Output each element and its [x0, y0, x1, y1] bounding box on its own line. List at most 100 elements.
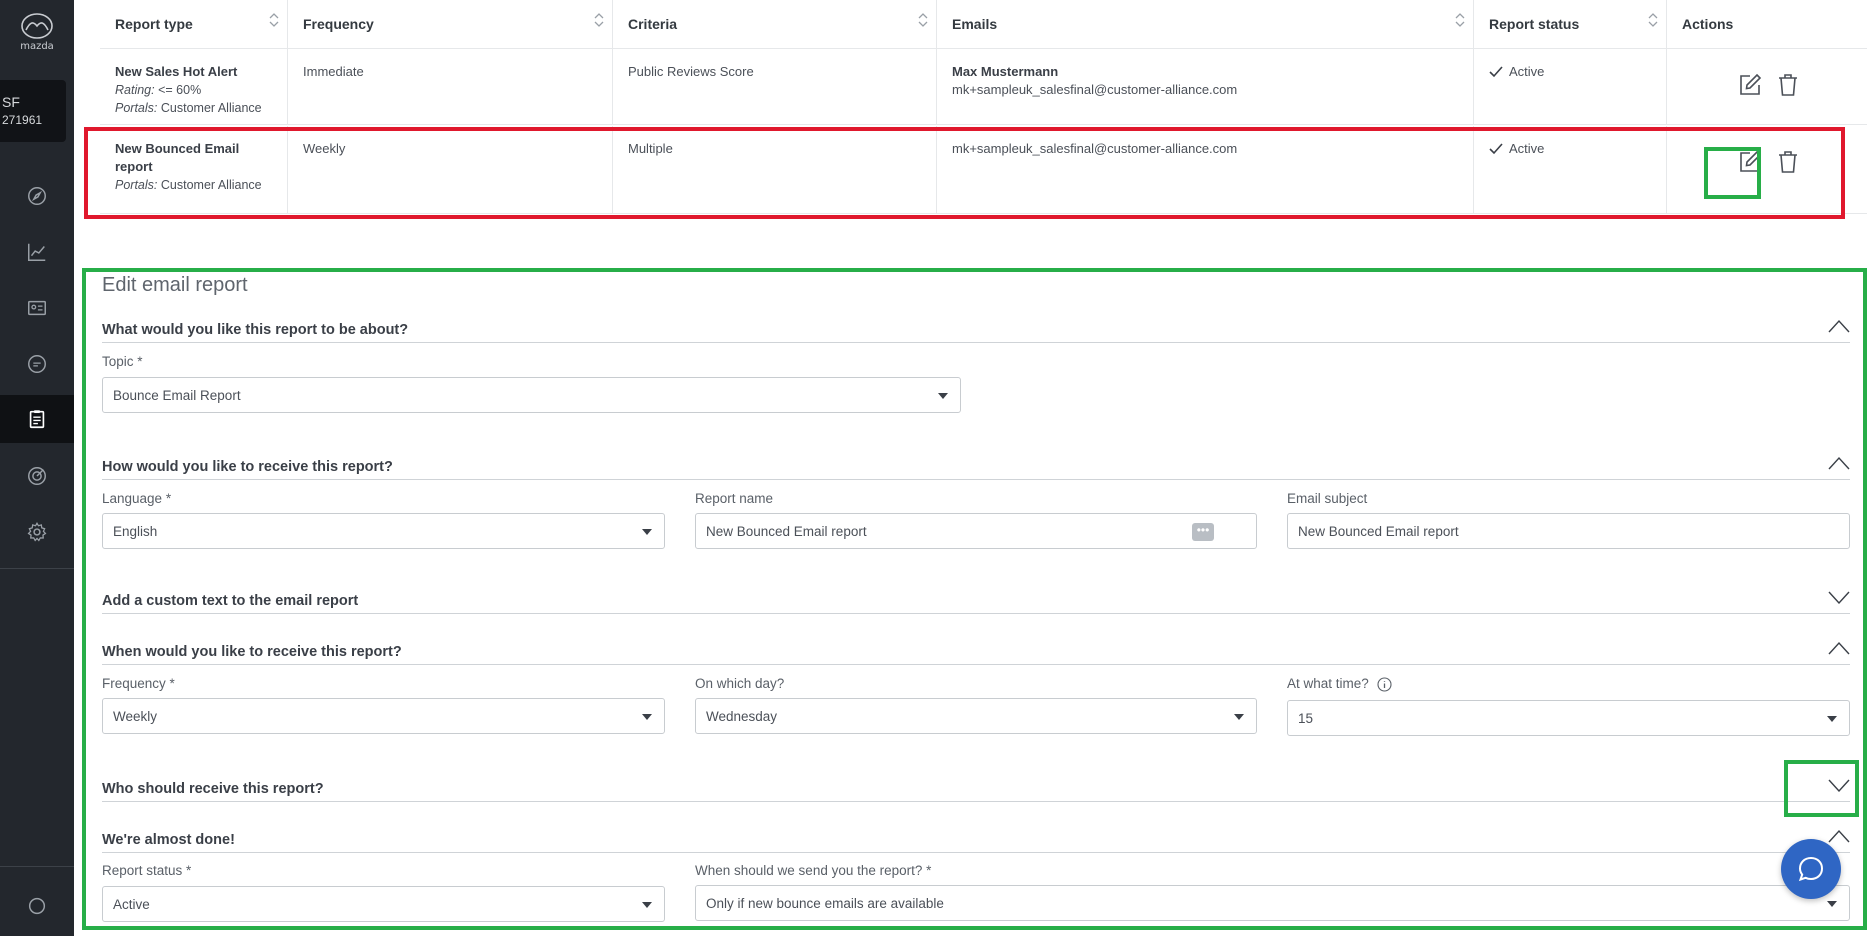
language-select[interactable]: English [102, 513, 665, 549]
caret-down-icon [642, 529, 652, 535]
account-switcher[interactable]: SF 271961 [0, 80, 66, 142]
section-about[interactable]: What would you like this report to be ab… [102, 319, 1850, 343]
sidebar: mazda SF 271961 [0, 0, 74, 936]
cell-emails: mk+sampleuk_salesfinal@customer-alliance… [937, 126, 1474, 213]
day-select[interactable]: Wednesday [695, 698, 1257, 734]
portals-label: Portals: [115, 101, 158, 115]
sidebar-divider [0, 568, 74, 569]
col-frequency[interactable]: Frequency [288, 0, 613, 48]
edit-button[interactable] [1738, 150, 1762, 174]
sort-icon [918, 13, 928, 27]
section-receive[interactable]: How would you like to receive this repor… [102, 456, 1850, 480]
caret-down-icon [642, 902, 652, 908]
day-value: Wednesday [706, 708, 778, 724]
gear-icon [27, 522, 47, 542]
sidebar-item-analytics[interactable] [0, 228, 74, 276]
sidebar-item-reports[interactable] [0, 395, 74, 443]
report-title: New Sales Hot Alert [115, 64, 238, 79]
report-status-value: Active [113, 896, 150, 912]
target-icon [28, 467, 46, 485]
info-icon[interactable] [1377, 677, 1392, 692]
chevron-up-icon[interactable] [1828, 829, 1850, 843]
caret-down-icon [938, 393, 948, 399]
edit-icon [1739, 150, 1761, 172]
chevron-down-icon[interactable] [1828, 778, 1850, 792]
send-when-value: Only if new bounce emails are available [706, 895, 944, 911]
report-name-input[interactable]: New Bounced Email report ••• [695, 513, 1257, 549]
col-criteria[interactable]: Criteria [613, 0, 937, 48]
trash-icon [1778, 151, 1797, 173]
rating-label: Rating: [115, 83, 155, 97]
sidebar-item-user[interactable] [0, 882, 74, 930]
chevron-up-icon[interactable] [1828, 319, 1850, 333]
table-header: Report type Frequency Criteria Emails Re… [100, 0, 1867, 49]
account-id: 271961 [2, 113, 43, 127]
time-select[interactable]: 15 [1287, 700, 1850, 736]
compass-icon [28, 187, 46, 205]
delete-button[interactable] [1776, 73, 1800, 97]
cell-emails: Max Mustermann mk+sampleuk_salesfinal@cu… [937, 49, 1474, 124]
language-label: Language * [102, 491, 172, 506]
portals-value: Customer Alliance [160, 178, 262, 192]
section-title: What would you like this report to be ab… [102, 322, 409, 338]
col-report-type[interactable]: Report type [100, 0, 288, 48]
sidebar-item-settings[interactable] [0, 508, 74, 556]
time-value: 15 [1298, 710, 1314, 726]
topic-select[interactable]: Bounce Email Report [102, 377, 961, 413]
cell-report-type: New Bounced Email report Portals: Custom… [100, 126, 288, 213]
cell-actions [1667, 126, 1867, 213]
cell-criteria: Multiple [613, 126, 937, 213]
trash-icon [1778, 74, 1797, 96]
sidebar-item-goals[interactable] [0, 452, 74, 500]
cell-criteria: Public Reviews Score [613, 49, 937, 124]
section-done[interactable]: We're almost done! [102, 829, 1850, 853]
email-subject-input[interactable]: New Bounced Email report [1287, 513, 1850, 549]
caret-down-icon [1827, 901, 1837, 907]
header-label: Report status [1489, 16, 1580, 32]
brand-logo[interactable]: mazda [8, 12, 66, 58]
topic-label: Topic * [102, 354, 143, 369]
status-text: Active [1509, 141, 1545, 156]
section-title: When would you like to receive this repo… [102, 644, 402, 660]
edit-button[interactable] [1738, 73, 1762, 97]
col-emails[interactable]: Emails [937, 0, 1474, 48]
table-row: New Sales Hot Alert Rating: <= 60% Porta… [100, 49, 1867, 125]
clipboard-icon [29, 410, 45, 429]
report-name-value: New Bounced Email report [706, 523, 867, 539]
panel-title: Edit email report [102, 274, 248, 296]
frequency-select[interactable]: Weekly [102, 698, 665, 734]
section-who[interactable]: Who should receive this report? [102, 778, 1850, 802]
report-status-select[interactable]: Active [102, 886, 665, 922]
chat-widget-button[interactable] [1781, 839, 1841, 899]
sidebar-item-profile[interactable] [0, 284, 74, 332]
cell-status: Active [1474, 49, 1667, 124]
report-portals: Portals: Customer Alliance [115, 99, 272, 117]
section-when[interactable]: When would you like to receive this repo… [102, 641, 1850, 665]
placeholder-menu-button[interactable]: ••• [1192, 523, 1214, 541]
col-report-status[interactable]: Report status [1474, 0, 1667, 48]
chevron-up-icon[interactable] [1828, 456, 1850, 470]
cell-status: Active [1474, 126, 1667, 213]
delete-button[interactable] [1776, 150, 1800, 174]
mazda-logo-icon [21, 13, 53, 39]
edit-icon [1739, 73, 1761, 95]
sort-icon [594, 13, 604, 27]
recipient-email: mk+sampleuk_salesfinal@customer-alliance… [952, 82, 1238, 97]
send-when-select[interactable]: Only if new bounce emails are available [695, 885, 1850, 921]
chevron-down-icon[interactable] [1828, 590, 1850, 604]
section-title: Add a custom text to the email report [102, 593, 359, 609]
sidebar-item-explore[interactable] [0, 172, 74, 220]
chat-bubble-icon [28, 355, 46, 373]
status-text: Active [1509, 64, 1545, 79]
account-initials: SF [2, 94, 20, 110]
time-label-text: At what time? [1287, 676, 1369, 691]
chevron-up-icon[interactable] [1828, 641, 1850, 655]
chart-line-icon [28, 243, 46, 261]
rating-value: <= 60% [158, 83, 202, 97]
report-name-label: Report name [695, 491, 774, 506]
checkmark-icon [1489, 66, 1503, 78]
report-portals: Portals: Customer Alliance [115, 176, 272, 194]
section-custom-text[interactable]: Add a custom text to the email report [102, 590, 1850, 614]
sidebar-item-messages[interactable] [0, 340, 74, 388]
header-label: Report type [115, 16, 193, 32]
